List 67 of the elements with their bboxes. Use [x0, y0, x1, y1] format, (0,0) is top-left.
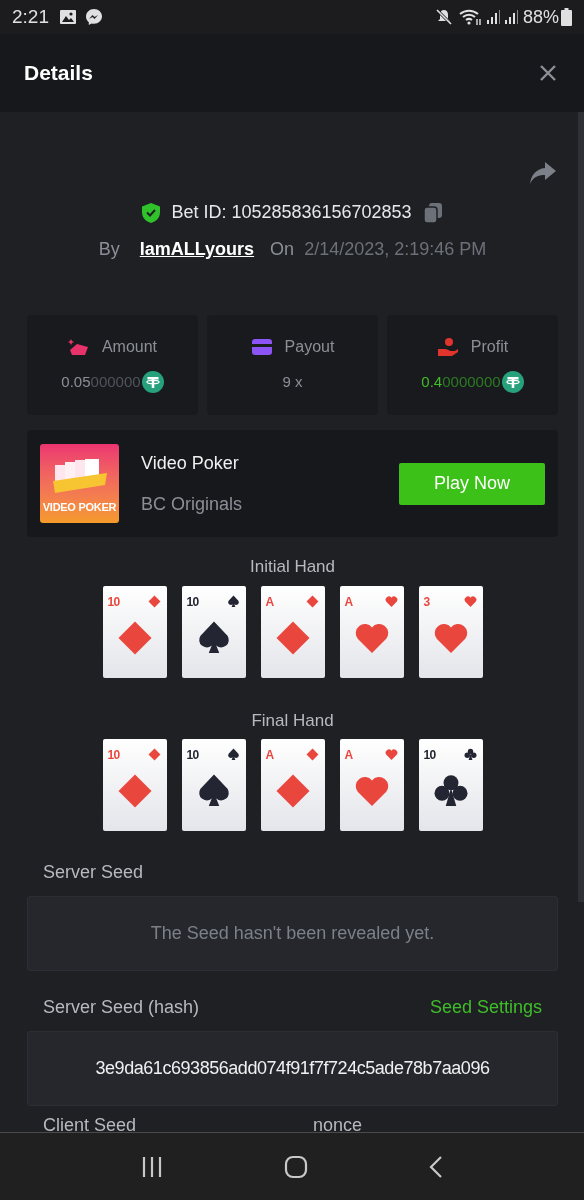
field-label: Server Seed	[42, 861, 145, 884]
diamond-icon	[147, 594, 161, 608]
field-label: Client Seed	[43, 1115, 138, 1132]
card-rank: 10	[107, 749, 120, 761]
username-link[interactable]: IamALLyours	[139, 236, 255, 263]
field-label: nonce	[313, 1115, 363, 1132]
spade-icon	[226, 748, 240, 761]
card-icon	[250, 338, 273, 356]
by-label: By	[98, 238, 120, 261]
server-seed-field: The Seed hasn't been revealed yet.	[27, 896, 558, 971]
heart-icon	[384, 594, 398, 608]
diamond-icon	[116, 619, 153, 656]
bet-id: Bet ID: 105285836156702853	[171, 201, 412, 224]
stat-value: 0.05000000	[61, 372, 141, 392]
messenger-icon	[85, 8, 103, 26]
game-provider: BC Originals	[141, 492, 244, 516]
card-rank: 10	[186, 749, 199, 761]
server-seed-hash-field: 3e9da61c693856add074f91f7f724c5ade78b7aa096	[27, 1031, 558, 1106]
wifi-icon	[458, 8, 483, 26]
card-rank: 10	[423, 749, 436, 761]
diamond-icon	[116, 773, 153, 809]
diamond-icon	[305, 748, 319, 761]
game-name: Video Poker	[141, 451, 240, 475]
spade-icon	[226, 594, 240, 608]
recent-apps-icon[interactable]	[140, 1155, 163, 1178]
heart-icon	[463, 594, 477, 608]
page-title: Details	[24, 60, 93, 87]
battery-icon	[561, 8, 572, 26]
hand-title: Initial Hand	[248, 556, 337, 578]
signal-icon	[484, 9, 501, 25]
card-rank: 10	[107, 595, 120, 608]
diamond-icon	[305, 594, 319, 608]
on-label: On	[270, 238, 295, 261]
diamond-icon	[147, 748, 161, 761]
stat-label: Profit	[470, 337, 509, 357]
share-icon[interactable]	[529, 161, 557, 185]
status-time: 2:21	[12, 4, 49, 29]
copy-icon[interactable]	[421, 201, 444, 224]
verified-shield-icon	[141, 201, 162, 224]
diamond-icon	[274, 619, 311, 656]
thumbnail-label: VIDEO POKER	[42, 499, 117, 515]
amount-icon	[67, 337, 90, 357]
mute-icon	[434, 8, 453, 26]
hand-coin-icon	[436, 337, 459, 357]
card-rank: A	[265, 595, 274, 608]
battery-percent: 88%	[522, 5, 559, 29]
bet-date: 2/14/2023, 2:19:46 PM	[304, 238, 487, 261]
field-label: Server Seed (hash)	[43, 996, 200, 1019]
hand-title: Final Hand	[250, 709, 335, 732]
card-rank: 10	[186, 595, 199, 608]
club-icon	[463, 748, 477, 761]
seed-settings-link[interactable]: Seed Settings	[429, 994, 542, 1021]
card-rank: A	[344, 749, 353, 761]
stat-value: 0.40000000	[421, 372, 501, 392]
card-rank: 3	[423, 595, 430, 608]
home-icon[interactable]	[284, 1154, 308, 1179]
stat-label: Amount	[101, 337, 158, 357]
diamond-icon	[274, 773, 311, 809]
heart-icon	[384, 748, 398, 761]
card-rank: A	[265, 749, 274, 761]
stat-value: 9 x	[282, 372, 303, 392]
club-icon	[432, 773, 469, 809]
card-rank: A	[344, 595, 353, 608]
gallery-icon	[59, 9, 77, 25]
signal-icon	[502, 9, 519, 25]
stat-label: Payout	[284, 337, 335, 357]
back-icon[interactable]	[429, 1154, 444, 1179]
